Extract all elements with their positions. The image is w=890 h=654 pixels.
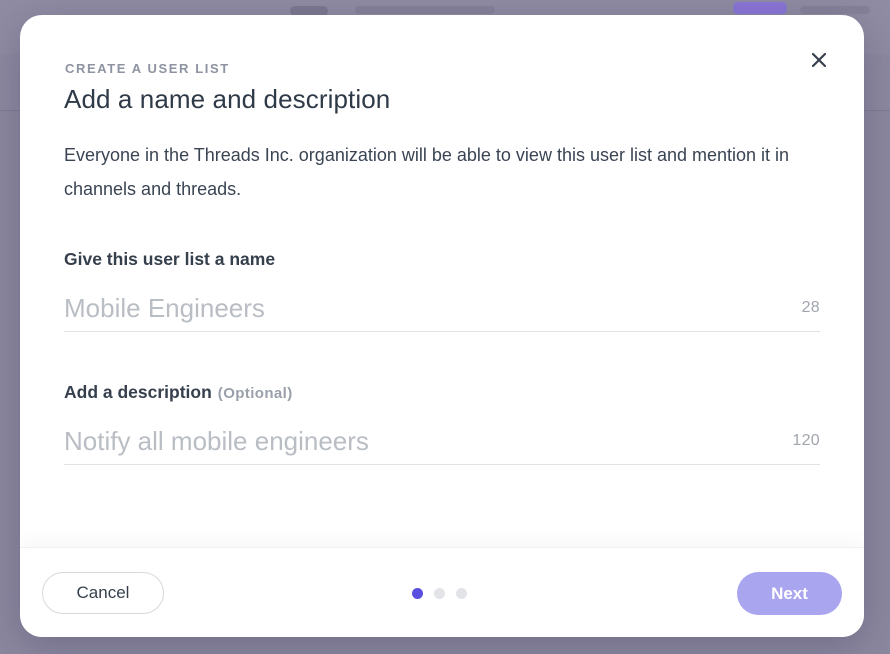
modal-description: Everyone in the Threads Inc. organizatio… [64, 145, 790, 199]
name-char-counter: 28 [801, 299, 820, 316]
background-element [355, 6, 495, 14]
step-dot-1 [412, 588, 423, 599]
modal-title: Add a name and description [64, 84, 391, 114]
description-input[interactable] [64, 418, 764, 464]
modal-footer: Cancel Next [20, 547, 864, 637]
name-field[interactable]: 28 [64, 285, 820, 332]
name-field-label: Give this user list a name [64, 249, 275, 270]
background-element [800, 6, 870, 14]
step-dot-2 [434, 588, 445, 599]
description-field[interactable]: 120 [64, 418, 820, 465]
name-input[interactable] [64, 285, 764, 331]
description-char-counter: 120 [792, 432, 820, 449]
background-element [733, 2, 787, 14]
name-field-label-text: Give this user list a name [64, 249, 276, 269]
cancel-button[interactable]: Cancel [42, 572, 164, 614]
modal-eyebrow: CREATE A USER LIST [65, 61, 230, 76]
create-user-list-modal: CREATE A USER LIST Add a name and descri… [20, 15, 864, 637]
next-button[interactable]: Next [737, 572, 842, 615]
close-button[interactable] [806, 47, 832, 73]
close-icon [811, 52, 827, 68]
description-field-label-text: Add a description [64, 382, 212, 402]
step-dot-3 [456, 588, 467, 599]
step-indicator [412, 588, 467, 599]
description-field-label: Add a description (Optional) [64, 382, 293, 403]
optional-tag: (Optional) [217, 385, 293, 402]
